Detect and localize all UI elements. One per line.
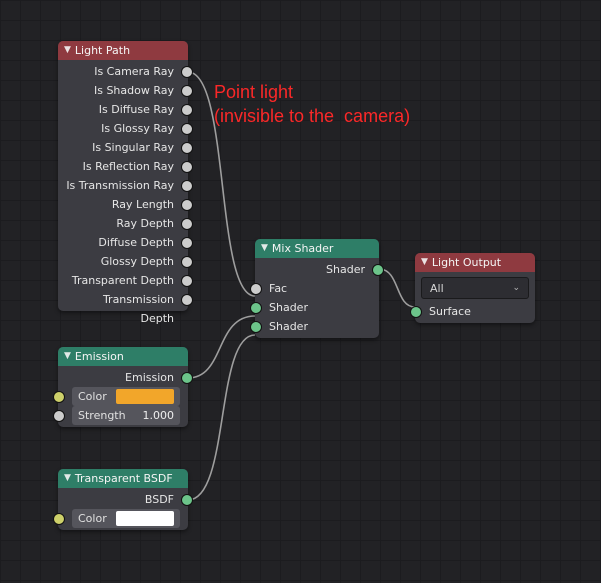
output-is-reflection-ray[interactable]: Is Reflection Ray xyxy=(58,157,188,176)
node-header-light-output[interactable]: ▼ Light Output xyxy=(415,253,535,272)
node-light-output[interactable]: ▼ Light Output All ⌄ Surface xyxy=(415,253,535,323)
node-transparent-bsdf[interactable]: ▼ Transparent BSDF BSDF Color xyxy=(58,469,188,530)
input-color[interactable]: Color xyxy=(58,387,188,406)
output-is-singular-ray[interactable]: Is Singular Ray xyxy=(58,138,188,157)
annotation-text: Point light (invisible to the camera) xyxy=(214,80,410,128)
output-is-glossy-ray[interactable]: Is Glossy Ray xyxy=(58,119,188,138)
output-ray-depth[interactable]: Ray Depth xyxy=(58,214,188,233)
collapse-icon: ▼ xyxy=(261,239,268,258)
input-fac[interactable]: Fac xyxy=(255,279,379,298)
node-header-light-path[interactable]: ▼ Light Path xyxy=(58,41,188,60)
output-transparent-depth[interactable]: Transparent Depth xyxy=(58,271,188,290)
node-header-emission[interactable]: ▼ Emission xyxy=(58,347,188,366)
node-editor-canvas[interactable]: ▼ Light Path Is Camera Ray Is Shadow Ray… xyxy=(0,0,601,583)
input-surface[interactable]: Surface xyxy=(415,302,535,321)
output-glossy-depth[interactable]: Glossy Depth xyxy=(58,252,188,271)
input-shader-1[interactable]: Shader xyxy=(255,298,379,317)
node-title: Transparent BSDF xyxy=(75,469,173,488)
chevron-down-icon: ⌄ xyxy=(512,283,520,293)
node-title: Light Output xyxy=(432,253,501,272)
collapse-icon: ▼ xyxy=(64,41,71,60)
color-swatch[interactable] xyxy=(116,389,174,404)
node-light-path[interactable]: ▼ Light Path Is Camera Ray Is Shadow Ray… xyxy=(58,41,188,311)
output-ray-length[interactable]: Ray Length xyxy=(58,195,188,214)
node-header-transparent[interactable]: ▼ Transparent BSDF xyxy=(58,469,188,488)
node-emission[interactable]: ▼ Emission Emission Color Strength 1.000 xyxy=(58,347,188,427)
output-diffuse-depth[interactable]: Diffuse Depth xyxy=(58,233,188,252)
output-bsdf[interactable]: BSDF xyxy=(58,490,188,509)
collapse-icon: ▼ xyxy=(421,253,428,272)
output-is-transmission-ray[interactable]: Is Transmission Ray xyxy=(58,176,188,195)
node-title: Mix Shader xyxy=(272,239,334,258)
output-shader[interactable]: Shader xyxy=(255,260,379,279)
input-strength[interactable]: Strength 1.000 xyxy=(58,406,188,425)
output-transmission-depth[interactable]: Transmission Depth xyxy=(58,290,188,309)
collapse-icon: ▼ xyxy=(64,469,71,488)
output-is-shadow-ray[interactable]: Is Shadow Ray xyxy=(58,81,188,100)
input-shader-2[interactable]: Shader xyxy=(255,317,379,336)
node-title: Light Path xyxy=(75,41,130,60)
output-emission[interactable]: Emission xyxy=(58,368,188,387)
node-title: Emission xyxy=(75,347,124,366)
input-color[interactable]: Color xyxy=(58,509,188,528)
node-header-mix[interactable]: ▼ Mix Shader xyxy=(255,239,379,258)
collapse-icon: ▼ xyxy=(64,347,71,366)
target-dropdown[interactable]: All ⌄ xyxy=(421,277,529,299)
node-mix-shader[interactable]: ▼ Mix Shader Shader Fac Shader Shader xyxy=(255,239,379,338)
output-is-camera-ray[interactable]: Is Camera Ray xyxy=(58,62,188,81)
color-swatch[interactable] xyxy=(116,511,174,526)
output-is-diffuse-ray[interactable]: Is Diffuse Ray xyxy=(58,100,188,119)
